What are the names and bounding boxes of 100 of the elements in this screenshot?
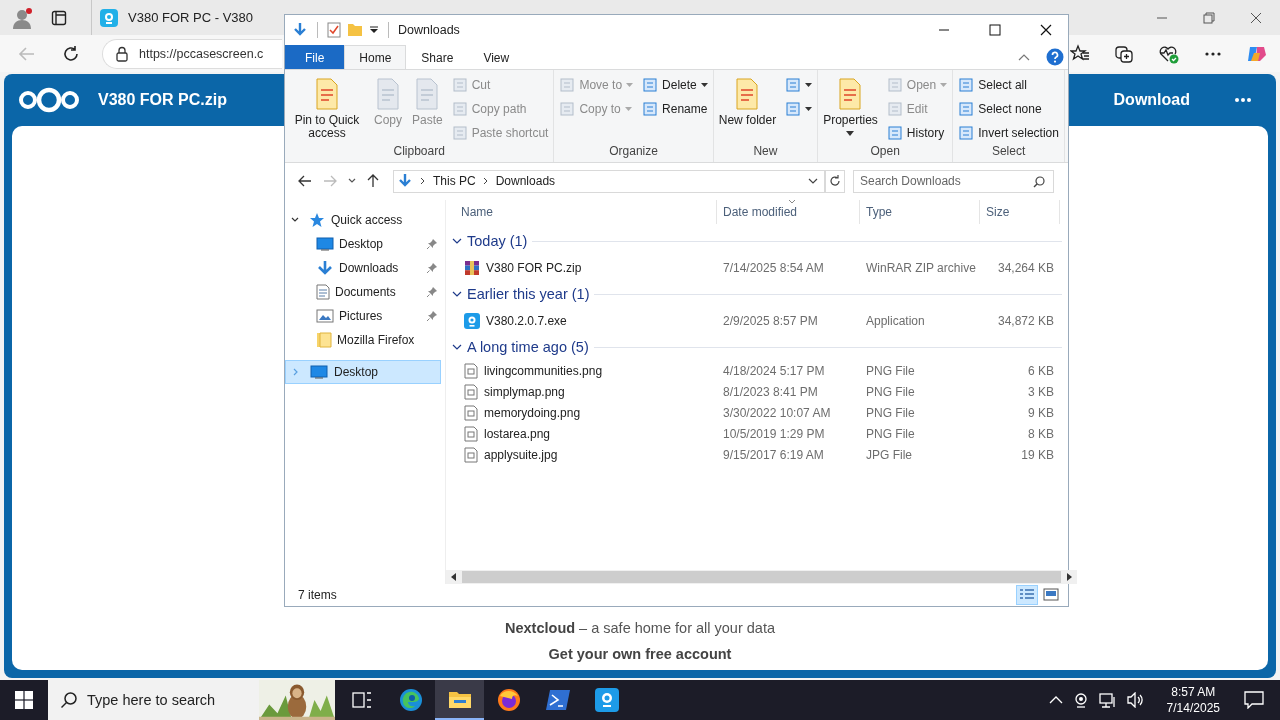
refresh-button[interactable]	[825, 169, 845, 193]
nav-item[interactable]: Documents	[285, 280, 441, 304]
notifications-icon[interactable]	[1244, 691, 1264, 709]
image-file-icon	[464, 362, 478, 379]
group-label: Clipboard	[392, 144, 446, 160]
ribbon-button[interactable]: History	[883, 122, 951, 144]
file-name[interactable]: livingcommunities.png	[484, 363, 603, 378]
scroll-left-icon[interactable]	[450, 573, 458, 581]
download-arrow-icon[interactable]	[292, 22, 308, 38]
webcam-icon[interactable]	[1072, 692, 1089, 708]
chevron-up-icon[interactable]	[1048, 695, 1063, 705]
ribbon-tab[interactable]: Home	[344, 45, 407, 69]
up-icon[interactable]	[367, 174, 379, 188]
file-name[interactable]: memorydoing.png	[484, 405, 581, 420]
command-icon	[958, 77, 975, 93]
command-icon	[886, 101, 903, 117]
ribbon-button[interactable]: Properties	[820, 74, 881, 140]
caret-icon	[700, 83, 708, 87]
start-icon[interactable]	[15, 691, 33, 709]
address-field[interactable]: This PC Downloads	[393, 169, 825, 193]
ribbon-button[interactable]: Pin to Quick access	[287, 74, 367, 144]
group-label: Organize	[608, 144, 659, 160]
chevron-down-icon[interactable]	[808, 178, 818, 184]
command-icon	[785, 77, 802, 93]
ribbon-button[interactable]: Invert selection	[955, 122, 1062, 144]
volume-icon[interactable]	[1126, 692, 1145, 708]
more-icon[interactable]	[1234, 97, 1252, 103]
explorer-taskbar-button[interactable]	[435, 680, 484, 720]
profile-avatar[interactable]	[11, 6, 33, 29]
signup-link[interactable]: Get your own free account	[548, 646, 732, 662]
properties-icon[interactable]	[327, 22, 341, 38]
help-icon[interactable]	[1046, 48, 1064, 66]
pin-icon[interactable]	[426, 262, 438, 274]
tab-actions-icon[interactable]	[51, 9, 67, 26]
pin-icon[interactable]	[426, 310, 438, 322]
command-icon	[958, 101, 975, 117]
chevron-right-icon	[420, 177, 426, 185]
type-cell-text: Application	[865, 313, 926, 328]
logo-icon[interactable]	[18, 87, 80, 113]
ribbon-button[interactable]: New folder	[715, 74, 780, 131]
horizontal-scrollbar[interactable]	[446, 570, 1077, 584]
search-field[interactable]: Type here to search	[48, 680, 259, 720]
command-icon	[451, 101, 468, 117]
file-name[interactable]: V380 FOR PC.zip	[486, 260, 582, 275]
command-icon	[642, 101, 659, 117]
ribbon-button[interactable]: Select all	[955, 74, 1062, 96]
file-name[interactable]: simplymap.png	[484, 384, 565, 399]
search-field[interactable]: Search Downloads	[853, 169, 1054, 193]
ribbon-tab[interactable]: File	[285, 45, 345, 69]
nav-item[interactable]: Downloads	[285, 256, 441, 280]
size-cell-text: 6 KB	[1027, 363, 1055, 378]
group-header[interactable]: A long time ago (5)	[446, 334, 1068, 360]
breadcrumb[interactable]: This PC	[433, 174, 476, 188]
search-icon	[60, 691, 78, 709]
maximize-icon[interactable]	[989, 24, 1001, 36]
breadcrumb[interactable]: Downloads	[495, 174, 556, 188]
command-icon	[958, 125, 975, 141]
pin-icon[interactable]	[426, 238, 438, 250]
desktop-icon	[316, 237, 334, 251]
group-header[interactable]: Earlier this year (1)	[446, 281, 1068, 307]
file-name[interactable]: lostarea.png	[484, 426, 551, 441]
nav-item[interactable]: Desktop	[285, 360, 441, 384]
window-title: Downloads	[398, 23, 460, 37]
scroll-right-icon[interactable]	[1065, 573, 1073, 581]
address-bar[interactable]: https://pccasescreen.c	[102, 38, 282, 69]
close-icon[interactable]	[1250, 11, 1262, 24]
back-icon[interactable]	[298, 175, 312, 187]
caret-icon	[805, 107, 813, 111]
date-cell-text: 8/1/2023 8:41 PM	[722, 384, 819, 399]
lock-icon	[115, 45, 129, 62]
download-button[interactable]: Download	[1107, 90, 1196, 110]
ribbon-button[interactable]: Rename	[639, 98, 711, 120]
nav-item[interactable]: Quick access	[285, 208, 441, 232]
more-icon[interactable]	[1204, 50, 1222, 57]
nav-item[interactable]: Pictures	[285, 304, 441, 328]
collapse-ribbon-icon[interactable]	[1018, 53, 1030, 61]
clock[interactable]: 8:57 AM 7/14/2025	[1166, 684, 1220, 716]
collections-icon[interactable]	[1114, 43, 1134, 64]
caret-icon	[624, 107, 632, 111]
ribbon-button[interactable]: Delete	[639, 74, 711, 96]
group-header[interactable]: Today (1)	[446, 228, 1068, 254]
file-name[interactable]: V380.2.0.7.exe	[486, 313, 567, 328]
group-label: New	[752, 144, 779, 160]
chevron-down-icon[interactable]	[348, 178, 356, 184]
download-arrow-icon	[397, 173, 413, 189]
caret-icon[interactable]	[369, 25, 379, 35]
restore-icon[interactable]	[1203, 11, 1215, 24]
pin-icon[interactable]	[426, 286, 438, 298]
close-icon[interactable]	[1040, 24, 1052, 36]
terminal-icon	[545, 689, 570, 711]
nav-item[interactable]: Mozilla Firefox	[285, 328, 441, 352]
network-icon[interactable]	[1098, 692, 1117, 708]
details-view-button[interactable]	[1016, 585, 1038, 605]
ribbon-button[interactable]: Select none	[955, 98, 1062, 120]
nav-item[interactable]: Desktop	[285, 232, 441, 256]
folder-icon	[316, 332, 332, 348]
refresh-icon	[829, 175, 841, 187]
refresh-icon[interactable]	[62, 44, 80, 63]
file-name[interactable]: applysuite.jpg	[484, 447, 558, 462]
item-count: 7 items	[298, 588, 337, 602]
